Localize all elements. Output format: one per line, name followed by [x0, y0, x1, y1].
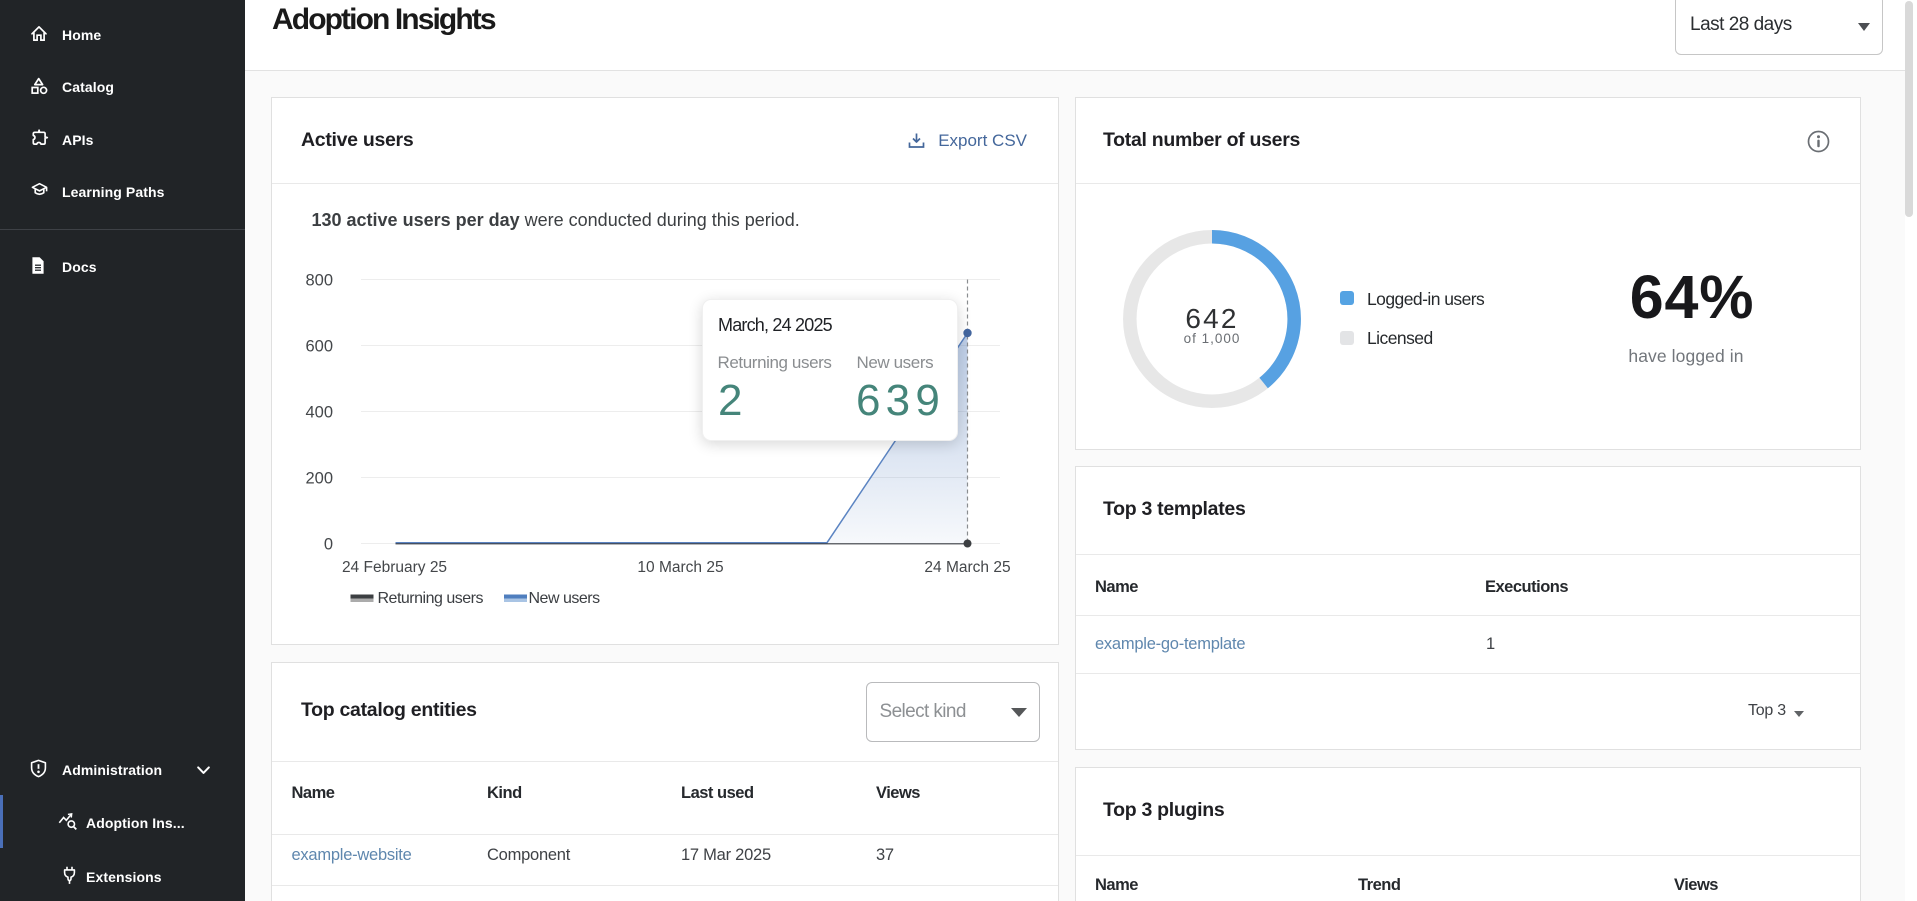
- svg-text:200: 200: [305, 470, 333, 488]
- svg-text:24 March 25: 24 March 25: [924, 559, 1010, 576]
- svg-text:Returning users: Returning users: [378, 590, 484, 607]
- svg-text:0: 0: [324, 536, 333, 554]
- svg-text:400: 400: [305, 404, 333, 422]
- svg-text:800: 800: [305, 272, 333, 290]
- svg-text:New users: New users: [529, 590, 601, 607]
- svg-text:600: 600: [305, 338, 333, 356]
- svg-text:24 February 25: 24 February 25: [342, 559, 447, 576]
- svg-text:10 March 25: 10 March 25: [637, 559, 723, 576]
